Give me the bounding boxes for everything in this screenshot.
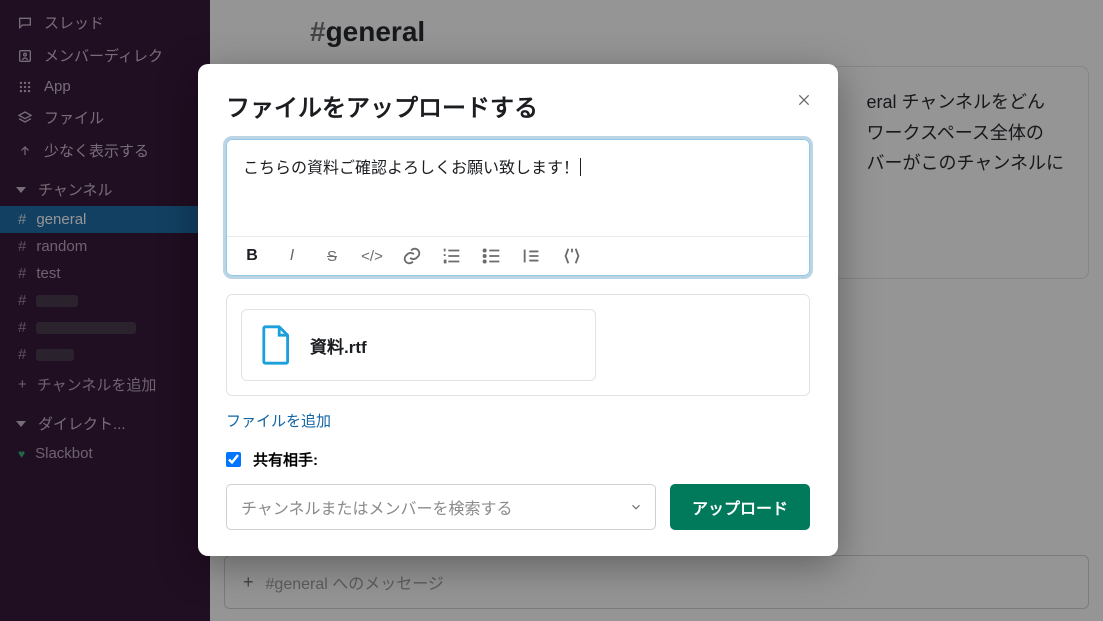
codeblock-button[interactable] [561,245,583,267]
message-text: こちらの資料ご確認よろしくお願い致します！ [243,160,581,177]
ordered-list-button[interactable] [441,245,463,267]
code-block-icon [561,245,583,267]
strike-button[interactable]: S [321,245,343,267]
chevron-down-icon [629,500,643,514]
ordered-list-icon [441,245,463,267]
share-placeholder: チャンネルまたはメンバーを検索する [241,501,513,518]
file-drop-area: 資料.rtf [226,294,810,396]
add-file-link[interactable]: ファイルを追加 [226,410,331,431]
file-name: 資料.rtf [310,333,367,358]
code-button[interactable]: </> [361,245,383,267]
file-icon [258,324,292,366]
upload-modal: ファイルをアップロードする こちらの資料ご確認よろしくお願い致します！ B I … [198,64,838,556]
file-attachment[interactable]: 資料.rtf [241,309,596,381]
editor-toolbar: B I S </> [227,236,809,275]
message-textarea[interactable]: こちらの資料ご確認よろしくお願い致します！ [227,140,809,236]
close-icon [796,92,812,108]
close-button[interactable] [790,86,818,114]
share-target-select[interactable]: チャンネルまたはメンバーを検索する [226,484,656,530]
bullet-list-icon [481,245,503,267]
share-label: 共有相手: [253,449,318,470]
share-checkbox[interactable] [226,452,241,467]
message-editor: こちらの資料ご確認よろしくお願い致します！ B I S </> [226,139,810,276]
italic-button[interactable]: I [281,245,303,267]
quote-icon [521,245,543,267]
quote-button[interactable] [521,245,543,267]
link-icon [401,245,423,267]
bold-button[interactable]: B [241,245,263,267]
link-button[interactable] [401,245,423,267]
share-row: 共有相手: [226,449,810,470]
upload-button[interactable]: アップロード [670,484,810,530]
modal-title: ファイルをアップロードする [226,88,810,123]
modal-bottom-row: チャンネルまたはメンバーを検索する アップロード [226,484,810,530]
bullet-list-button[interactable] [481,245,503,267]
